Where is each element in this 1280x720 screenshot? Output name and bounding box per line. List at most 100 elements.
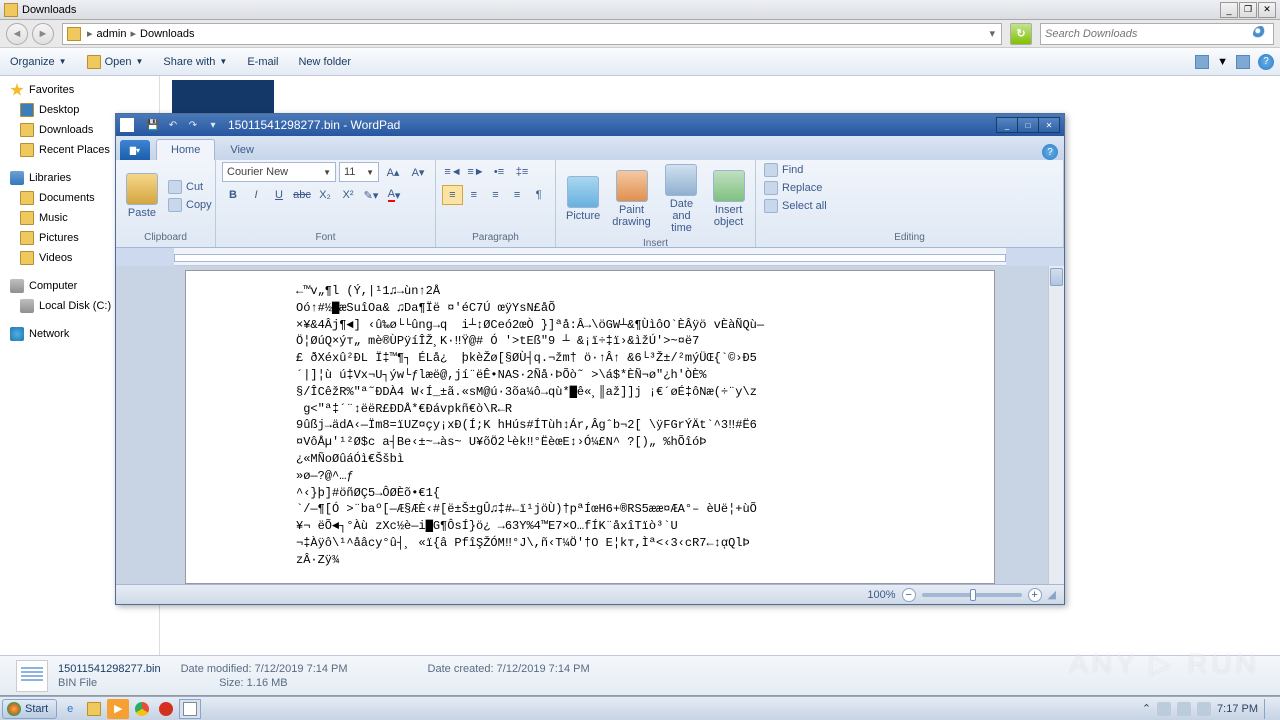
italic-button[interactable]: I xyxy=(245,185,267,205)
superscript-button[interactable]: X² xyxy=(337,185,359,205)
paint-button[interactable]: Paint drawing xyxy=(608,168,655,230)
search-box[interactable] xyxy=(1040,23,1274,45)
wp-close-button[interactable]: ✕ xyxy=(1038,117,1060,133)
selectall-button[interactable]: Select all xyxy=(762,198,829,214)
align-left-button[interactable]: ≡ xyxy=(442,185,463,205)
taskbar-opera-icon[interactable] xyxy=(155,699,177,719)
bold-button[interactable]: B xyxy=(222,185,244,205)
zoom-slider[interactable] xyxy=(922,593,1022,597)
datetime-button[interactable]: Date and time xyxy=(659,162,704,236)
crumb-downloads[interactable]: Downloads xyxy=(138,28,196,40)
tray-expand-icon[interactable]: ⌃ xyxy=(1142,702,1151,715)
highlight-button[interactable]: ✎▾ xyxy=(360,185,382,205)
shrink-font-icon[interactable]: A▾ xyxy=(407,162,429,182)
wp-minimize-button[interactable]: _ xyxy=(996,117,1018,133)
zoom-knob[interactable] xyxy=(970,589,976,601)
zoom-out-button[interactable]: − xyxy=(902,588,916,602)
vertical-scrollbar[interactable] xyxy=(1048,266,1064,584)
view-dropdown[interactable]: ▼ xyxy=(1217,56,1228,68)
insertobj-button[interactable]: Insert object xyxy=(708,168,749,230)
tray-volume-icon[interactable] xyxy=(1177,702,1191,716)
taskbar-media-icon[interactable]: ▶ xyxy=(107,699,129,719)
preview-pane-icon[interactable] xyxy=(1236,55,1250,69)
crumb-admin[interactable]: admin xyxy=(95,28,129,40)
sidebar-favorites[interactable]: Favorites xyxy=(0,80,159,100)
view-icon[interactable] xyxy=(1195,55,1209,69)
picture-button[interactable]: Picture xyxy=(562,174,604,224)
tab-home[interactable]: Home xyxy=(156,139,215,160)
wordpad-titlebar[interactable]: 💾 ↶ ↷ ▾ 15011541298277.bin - WordPad _ □… xyxy=(116,114,1064,136)
linespacing-button[interactable]: ‡≡ xyxy=(511,162,533,182)
dropdown-icon[interactable]: ▾ xyxy=(987,27,997,40)
email-button[interactable]: E-mail xyxy=(243,54,282,70)
scroll-thumb[interactable] xyxy=(1050,268,1063,286)
font-name-combo[interactable]: Courier New▼ xyxy=(222,162,336,182)
paste-button[interactable]: Paste xyxy=(122,171,162,221)
explorer-navbar: ◄ ► ▸ admin ▸ Downloads ▾ ↻ xyxy=(0,20,1280,48)
group-clipboard: Clipboard xyxy=(122,230,209,245)
share-button[interactable]: Share with▼ xyxy=(159,54,231,70)
bullets-button[interactable]: •≡ xyxy=(488,162,510,182)
qat-redo-icon[interactable]: ↷ xyxy=(184,117,202,133)
zoom-label: 100% xyxy=(867,589,895,601)
wordpad-statusbar: 100% − + ◢ xyxy=(116,584,1064,604)
ribbon-tabs: ▇▾ Home View ? xyxy=(116,136,1064,160)
wp-maximize-button[interactable]: □ xyxy=(1017,117,1039,133)
font-size-combo[interactable]: 11▼ xyxy=(339,162,379,182)
paragraph-dialog-button[interactable]: ¶ xyxy=(528,185,549,205)
close-button[interactable]: ✕ xyxy=(1258,2,1276,18)
tray-flag-icon[interactable] xyxy=(1157,702,1171,716)
zoom-in-button[interactable]: + xyxy=(1028,588,1042,602)
details-modified: 7/12/2019 7:14 PM xyxy=(255,663,348,675)
taskbar-explorer-icon[interactable] xyxy=(83,699,105,719)
align-right-button[interactable]: ≡ xyxy=(485,185,506,205)
taskbar-chrome-icon[interactable] xyxy=(131,699,153,719)
replace-button[interactable]: Replace xyxy=(762,180,824,196)
taskbar-ie-icon[interactable]: e xyxy=(59,699,81,719)
dedent-button[interactable]: ≡◄ xyxy=(442,162,464,182)
wp-help-icon[interactable]: ? xyxy=(1042,144,1058,160)
taskbar-wordpad-icon[interactable] xyxy=(179,699,201,719)
maximize-button[interactable]: ❐ xyxy=(1239,2,1257,18)
refresh-button[interactable]: ↻ xyxy=(1010,23,1032,45)
help-icon[interactable]: ? xyxy=(1258,54,1274,70)
details-size: 1.16 MB xyxy=(247,677,288,689)
search-input[interactable] xyxy=(1045,28,1253,40)
tray-network-icon[interactable] xyxy=(1197,702,1211,716)
document-area: ←™v„¶l (Ý,|¹1♫→ùn↑2Å Oó↑#½▇æSuîOa& ♫Da¶Ï… xyxy=(116,266,1064,584)
minimize-button[interactable]: _ xyxy=(1220,2,1238,18)
wordpad-icon xyxy=(120,118,134,132)
indent-button[interactable]: ≡► xyxy=(465,162,487,182)
align-justify-button[interactable]: ≡ xyxy=(507,185,528,205)
document-page[interactable]: ←™v„¶l (Ý,|¹1♫→ùn↑2Å Oó↑#½▇æSuîOa& ♫Da¶Ï… xyxy=(185,270,995,584)
newfolder-button[interactable]: New folder xyxy=(294,54,355,70)
subscript-button[interactable]: X₂ xyxy=(314,185,336,205)
tray-clock[interactable]: 7:17 PM xyxy=(1217,703,1258,715)
cut-button[interactable]: Cut xyxy=(166,179,214,195)
file-icon xyxy=(16,660,48,692)
ruler[interactable] xyxy=(174,248,1006,266)
back-button[interactable]: ◄ xyxy=(6,23,28,45)
align-center-button[interactable]: ≡ xyxy=(464,185,485,205)
forward-button[interactable]: ► xyxy=(32,23,54,45)
open-button[interactable]: Open▼ xyxy=(83,53,148,71)
qat-dropdown-icon[interactable]: ▾ xyxy=(204,117,222,133)
qat-undo-icon[interactable]: ↶ xyxy=(164,117,182,133)
find-button[interactable]: Find xyxy=(762,162,805,178)
explorer-titlebar[interactable]: Downloads _ ❐ ✕ xyxy=(0,0,1280,20)
fontcolor-button[interactable]: A▾ xyxy=(383,185,405,205)
app-menu-button[interactable]: ▇▾ xyxy=(120,140,150,160)
organize-button[interactable]: Organize▼ xyxy=(6,54,71,70)
folder-icon xyxy=(4,3,18,17)
qat-save-icon[interactable]: 💾 xyxy=(144,117,162,133)
start-button[interactable]: Start xyxy=(2,699,57,719)
underline-button[interactable]: U xyxy=(268,185,290,205)
tab-view[interactable]: View xyxy=(215,139,269,160)
strike-button[interactable]: abc xyxy=(291,185,313,205)
search-icon[interactable] xyxy=(1253,26,1269,42)
grow-font-icon[interactable]: A▴ xyxy=(382,162,404,182)
breadcrumb[interactable]: ▸ admin ▸ Downloads ▾ xyxy=(62,23,1002,45)
resize-grip-icon[interactable]: ◢ xyxy=(1048,588,1056,601)
show-desktop-button[interactable] xyxy=(1264,699,1272,719)
copy-button[interactable]: Copy xyxy=(166,197,214,213)
